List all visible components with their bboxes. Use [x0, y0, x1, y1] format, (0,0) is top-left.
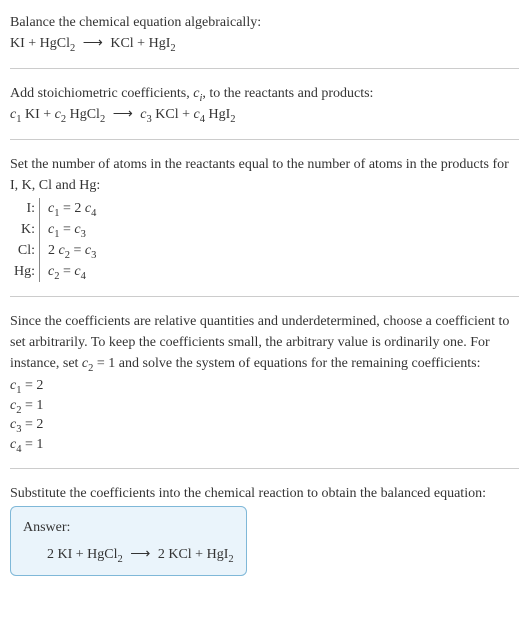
table-row: Hg:c2 = c4 [10, 261, 100, 282]
step-substitute: Substitute the coefficients into the che… [10, 477, 519, 582]
subscript: 2 [100, 114, 105, 125]
eq-part: KI + HgCl [10, 36, 70, 51]
element-equation: c1 = c3 [40, 219, 101, 240]
subscript: 2 [118, 554, 123, 565]
text-part: , to the reactants and products: [202, 86, 373, 101]
solution-list: c1 = 2c2 = 1c3 = 2c4 = 1 [10, 376, 519, 454]
step-atom-balance: Set the number of atoms in the reactants… [10, 148, 519, 288]
step1-text: Balance the chemical equation algebraica… [10, 12, 519, 33]
table-row: Cl:2 c2 = c3 [10, 240, 100, 261]
eq-part: KCl + [152, 107, 194, 122]
answer-equation: 2 KI + HgCl2 ⟶ 2 KCl + HgI2 [23, 544, 234, 565]
element-label: K: [10, 219, 40, 240]
subscript: 2 [70, 43, 75, 54]
subscript: 2 [228, 554, 233, 565]
answer-label: Answer: [23, 517, 234, 538]
solution-item: c1 = 2 [10, 376, 519, 396]
solution-item: c2 = 1 [10, 396, 519, 416]
subscript: 2 [230, 114, 235, 125]
divider [10, 139, 519, 140]
divider [10, 296, 519, 297]
eq-part: HgCl [66, 107, 100, 122]
text-part: and solve the system of equations for th… [115, 356, 480, 371]
eq-part: HgI [205, 107, 230, 122]
solution-item: c3 = 2 [10, 415, 519, 435]
step-balance-intro: Balance the chemical equation algebraica… [10, 6, 519, 60]
element-equation: c1 = 2 c4 [40, 198, 101, 219]
step2-equation: c1 KI + c2 HgCl2 ⟶ c3 KCl + c4 HgI2 [10, 104, 519, 125]
step3-text: Set the number of atoms in the reactants… [10, 154, 519, 196]
reaction-arrow-icon: ⟶ [79, 36, 107, 51]
text-part: = 1 [93, 356, 115, 371]
step5-text: Substitute the coefficients into the che… [10, 483, 519, 504]
element-label: Cl: [10, 240, 40, 261]
element-label: I: [10, 198, 40, 219]
element-equation: c2 = c4 [40, 261, 101, 282]
reaction-arrow-icon: ⟶ [109, 107, 137, 122]
text-part: Add stoichiometric coefficients, [10, 86, 193, 101]
eq-part: 2 KI + HgCl [47, 547, 118, 562]
step2-text: Add stoichiometric coefficients, ci, to … [10, 83, 519, 104]
step-add-coefficients: Add stoichiometric coefficients, ci, to … [10, 77, 519, 131]
eq-part: 2 KCl + HgI [158, 547, 229, 562]
step-solve: Since the coefficients are relative quan… [10, 305, 519, 460]
subscript: 2 [170, 43, 175, 54]
table-row: K:c1 = c3 [10, 219, 100, 240]
eq-part: KCl + HgI [110, 36, 170, 51]
eq-part: KI + [21, 107, 54, 122]
divider [10, 68, 519, 69]
step1-equation: KI + HgCl2 ⟶ KCl + HgI2 [10, 33, 519, 54]
atom-equations-table: I:c1 = 2 c4K:c1 = c3Cl:2 c2 = c3Hg:c2 = … [10, 198, 100, 282]
table-row: I:c1 = 2 c4 [10, 198, 100, 219]
element-label: Hg: [10, 261, 40, 282]
element-equation: 2 c2 = c3 [40, 240, 101, 261]
answer-box: Answer: 2 KI + HgCl2 ⟶ 2 KCl + HgI2 [10, 506, 247, 576]
reaction-arrow-icon: ⟶ [126, 547, 154, 562]
divider [10, 468, 519, 469]
step4-text: Since the coefficients are relative quan… [10, 311, 519, 374]
solution-item: c4 = 1 [10, 435, 519, 455]
